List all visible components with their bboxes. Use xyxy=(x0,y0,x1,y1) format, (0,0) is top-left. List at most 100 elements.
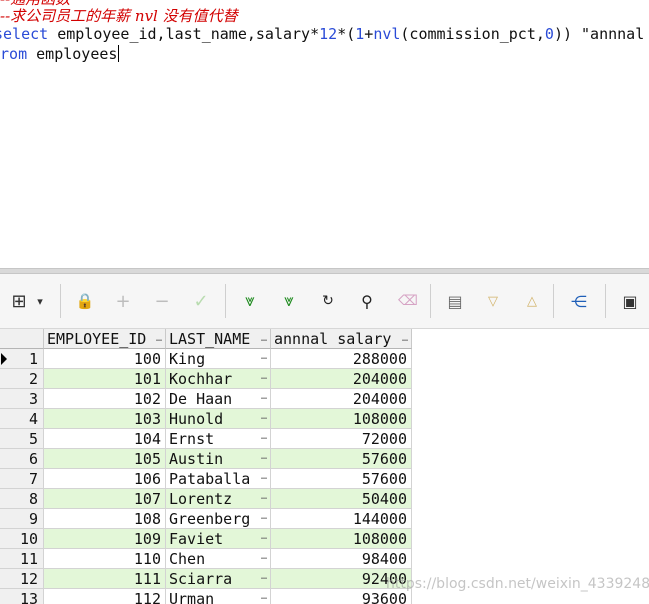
annual-salary-cell[interactable]: 204000 xyxy=(271,369,412,389)
table-row[interactable]: 5 104 Ernst … 72000 xyxy=(0,429,412,449)
annual-salary-cell[interactable]: 98400 xyxy=(271,549,412,569)
table-row[interactable]: 12 111 Sciarra… 92400 xyxy=(0,569,412,589)
annual-salary-cell[interactable]: 108000 xyxy=(271,529,412,549)
last-name-cell[interactable]: King… xyxy=(166,349,271,369)
row-number-cell[interactable]: 9 xyxy=(0,509,44,529)
refresh-icon[interactable]: ↻ xyxy=(317,290,339,312)
save-icon[interactable]: ▣ xyxy=(619,290,641,312)
sql-editor[interactable]: --通用函数 --求公司员工的年薪 nvl 没有值代替 select emplo… xyxy=(0,0,649,268)
employee-id-cell[interactable]: 107 xyxy=(44,489,166,509)
row-number-cell[interactable]: 12 xyxy=(0,569,44,589)
cell-editor-icon[interactable]: … xyxy=(261,589,267,604)
fetch-next-page-icon[interactable]: ⩔ xyxy=(239,290,261,312)
last-name-cell[interactable]: Austin… xyxy=(166,449,271,469)
post-changes-icon[interactable]: ✓ xyxy=(190,290,212,312)
row-number-cell[interactable]: 13 xyxy=(0,589,44,604)
cell-editor-icon[interactable]: … xyxy=(261,349,267,367)
employee-id-cell[interactable]: 101 xyxy=(44,369,166,389)
cell-editor-icon[interactable]: … xyxy=(261,449,267,467)
last-name-cell[interactable]: Greenberg… xyxy=(166,509,271,529)
cell-editor-icon[interactable]: … xyxy=(261,509,267,527)
employee-id-cell[interactable]: 105 xyxy=(44,449,166,469)
employee-id-cell[interactable]: 103 xyxy=(44,409,166,429)
last-name-cell[interactable]: Sciarra… xyxy=(166,569,271,589)
cell-editor-icon[interactable]: … xyxy=(261,569,267,587)
employee-id-cell[interactable]: 110 xyxy=(44,549,166,569)
delete-record-icon[interactable]: − xyxy=(151,290,173,312)
row-number-cell[interactable]: 7 xyxy=(0,469,44,489)
grid-view-dropdown-icon[interactable]: ▾ xyxy=(34,290,46,312)
employee-id-cell[interactable]: 108 xyxy=(44,509,166,529)
grid-view-icon[interactable]: ⊞ xyxy=(8,290,30,312)
table-row[interactable]: 1 100 King … 288000 xyxy=(0,349,412,369)
row-number-cell[interactable]: 6 xyxy=(0,449,44,469)
annual-salary-cell[interactable]: 108000 xyxy=(271,409,412,429)
sort-ascending-icon[interactable]: △ xyxy=(521,290,543,312)
row-number-cell[interactable]: 8 xyxy=(0,489,44,509)
last-name-cell[interactable]: Lorentz… xyxy=(166,489,271,509)
last-name-cell[interactable]: Pataballa… xyxy=(166,469,271,489)
annual-salary-cell[interactable]: 57600 xyxy=(271,449,412,469)
column-header-last-name[interactable]: LAST_NAME… xyxy=(166,329,271,349)
cell-editor-icon[interactable]: … xyxy=(261,429,267,447)
table-row[interactable]: 6 105 Austin … 57600 xyxy=(0,449,412,469)
fetch-last-page-icon[interactable]: ⩔ xyxy=(278,290,300,312)
employee-id-cell[interactable]: 112 xyxy=(44,589,166,604)
employee-id-cell[interactable]: 111 xyxy=(44,569,166,589)
add-record-icon[interactable]: + xyxy=(112,290,134,312)
cell-editor-icon[interactable]: … xyxy=(261,529,267,547)
table-row[interactable]: 4 103 Hunold … 108000 xyxy=(0,409,412,429)
last-name-cell[interactable]: Kochhar… xyxy=(166,369,271,389)
annual-salary-cell[interactable]: 288000 xyxy=(271,349,412,369)
query-by-example-icon[interactable]: ▤ xyxy=(444,290,466,312)
row-number-cell[interactable]: 3 xyxy=(0,389,44,409)
last-name-cell[interactable]: Hunold… xyxy=(166,409,271,429)
column-menu-icon[interactable]: … xyxy=(156,329,162,349)
row-number-cell[interactable]: 4 xyxy=(0,409,44,429)
employee-id-cell[interactable]: 109 xyxy=(44,529,166,549)
table-row[interactable]: 11 110 Chen … 98400 xyxy=(0,549,412,569)
last-name-cell[interactable]: Chen… xyxy=(166,549,271,569)
cell-editor-icon[interactable]: … xyxy=(261,549,267,567)
employee-id-cell[interactable]: 100 xyxy=(44,349,166,369)
cell-editor-icon[interactable]: … xyxy=(261,469,267,487)
lock-icon[interactable]: 🔒 xyxy=(74,290,96,312)
table-row[interactable]: 2 101 Kochhar … 204000 xyxy=(0,369,412,389)
employee-id-cell[interactable]: 102 xyxy=(44,389,166,409)
table-row[interactable]: 9 108 Greenberg … 144000 xyxy=(0,509,412,529)
annual-salary-cell[interactable]: 57600 xyxy=(271,469,412,489)
employee-id-cell[interactable]: 106 xyxy=(44,469,166,489)
cell-editor-icon[interactable]: … xyxy=(261,369,267,387)
row-number-cell[interactable]: 2 xyxy=(0,369,44,389)
employee-id-cell[interactable]: 104 xyxy=(44,429,166,449)
annual-salary-cell[interactable]: 204000 xyxy=(271,389,412,409)
column-header-annual-salary[interactable]: annnal salary… xyxy=(271,329,412,349)
tree-view-icon[interactable]: ⋲ xyxy=(568,290,590,312)
cell-editor-icon[interactable]: … xyxy=(261,389,267,407)
column-menu-icon[interactable]: … xyxy=(402,329,408,349)
result-grid[interactable]: EMPLOYEE_ID… LAST_NAME… annnal salary… 1… xyxy=(0,329,412,604)
table-row[interactable]: 10 109 Faviet … 108000 xyxy=(0,529,412,549)
table-row[interactable]: 13 112 Urman … 93600 xyxy=(0,589,412,604)
last-name-cell[interactable]: De Haan… xyxy=(166,389,271,409)
annual-salary-cell[interactable]: 72000 xyxy=(271,429,412,449)
cell-editor-icon[interactable]: … xyxy=(261,489,267,507)
annual-salary-cell[interactable]: 50400 xyxy=(271,489,412,509)
last-name-cell[interactable]: Faviet… xyxy=(166,529,271,549)
table-row[interactable]: 7 106 Pataballa … 57600 xyxy=(0,469,412,489)
table-row[interactable]: 8 107 Lorentz … 50400 xyxy=(0,489,412,509)
column-header-employee-id[interactable]: EMPLOYEE_ID… xyxy=(44,329,166,349)
table-row[interactable]: 3 102 De Haan … 204000 xyxy=(0,389,412,409)
last-name-cell[interactable]: Urman… xyxy=(166,589,271,604)
find-binoculars-icon[interactable]: ⚲ xyxy=(356,290,378,312)
annual-salary-cell[interactable]: 144000 xyxy=(271,509,412,529)
cell-editor-icon[interactable]: … xyxy=(261,409,267,427)
row-number-cell[interactable]: 5 xyxy=(0,429,44,449)
row-number-cell[interactable]: 10 xyxy=(0,529,44,549)
last-name-cell[interactable]: Ernst… xyxy=(166,429,271,449)
sort-descending-icon[interactable]: ▽ xyxy=(482,290,504,312)
row-number-cell[interactable]: 11 xyxy=(0,549,44,569)
row-number-cell[interactable]: 1 xyxy=(0,349,44,369)
clear-icon[interactable]: ⌫ xyxy=(397,290,419,312)
column-menu-icon[interactable]: … xyxy=(261,329,267,349)
